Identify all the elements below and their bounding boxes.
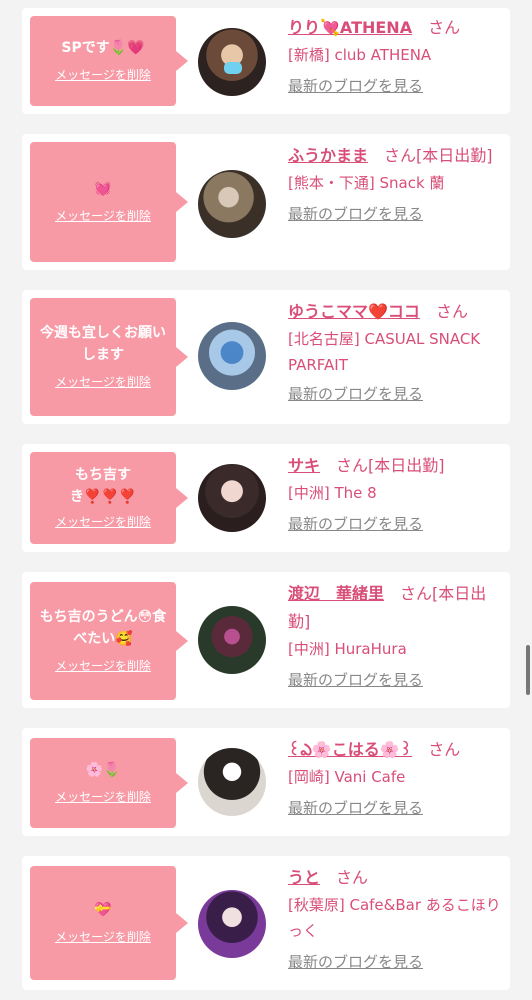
mask-icon [224,62,242,74]
delete-message-link[interactable]: メッセージを削除 [55,65,151,85]
honorific: さん [336,456,369,475]
message-card: もち吉すき❣️❣️❣️ メッセージを削除 サキ さん[本日出勤] [中洲] Th… [22,444,510,552]
view-blog-link[interactable]: 最新のブログを見る [288,202,504,226]
message-bubble: もち吉のうどん😳食べたい🥰 メッセージを削除 [30,582,188,700]
honorific: さん [400,584,433,603]
message-text: もち吉すき❣️❣️❣️ [69,467,137,505]
shop-name: [北名古屋] CASUAL SNACK PARFAIT [288,330,481,374]
status-tag: [本日出勤] [416,146,493,165]
message-text: 🌸🌷 [85,762,121,778]
message-card: SPです🌷💗 メッセージを削除 りり💘ATHENA さん [新橋] club A… [22,8,510,114]
scrollbar[interactable] [526,645,530,695]
message-card: もち吉のうどん😳食べたい🥰 メッセージを削除 渡辺 華緒里 さん[本日出勤] [… [22,572,510,708]
message-card: 今週も宜しくお願いします メッセージを削除 ゆうこママ❤️ココ さん [北名古屋… [22,290,510,424]
view-blog-link[interactable]: 最新のブログを見る [288,796,504,820]
shop-name: [中洲] HuraHura [288,640,407,658]
avatar[interactable] [198,464,266,532]
view-blog-link[interactable]: 最新のブログを見る [288,512,504,536]
view-blog-link[interactable]: 最新のブログを見る [288,950,504,974]
honorific: さん [428,18,461,37]
message-text: 💓 [94,181,112,197]
avatar[interactable] [198,322,266,390]
user-name-link[interactable]: 渡辺 華緒里 [288,584,384,603]
view-blog-link[interactable]: 最新のブログを見る [288,668,504,692]
message-text: SPです🌷💗 [61,40,145,56]
message-bubble: 🌸🌷 メッセージを削除 [30,738,188,828]
message-bubble: 💓 メッセージを削除 [30,142,188,262]
shop-name: [新橋] club ATHENA [288,46,432,64]
user-name-link[interactable]: ふうかまま [288,146,368,165]
avatar[interactable] [198,606,266,674]
honorific: さん [384,146,417,165]
status-tag: [本日出勤] [368,456,445,475]
message-card: 💓 メッセージを削除 ふうかまま さん[本日出勤] [熊本・下通] Snack … [22,134,510,270]
avatar[interactable] [198,890,266,958]
message-bubble: SPです🌷💗 メッセージを削除 [30,16,188,106]
message-text: もち吉のうどん😳食べたい🥰 [39,609,167,647]
message-bubble: 💝 メッセージを削除 [30,866,188,980]
delete-message-link[interactable]: メッセージを削除 [55,512,151,532]
view-blog-link[interactable]: 最新のブログを見る [288,382,504,406]
honorific: さん [435,302,468,321]
shop-name: [中洲] The 8 [288,484,377,502]
delete-message-link[interactable]: メッセージを削除 [55,787,151,807]
avatar[interactable] [198,170,266,238]
delete-message-link[interactable]: メッセージを削除 [55,372,151,392]
view-blog-link[interactable]: 最新のブログを見る [288,74,504,98]
user-name-link[interactable]: サキ [288,456,320,475]
shop-name: [熊本・下通] Snack 蘭 [288,174,445,192]
delete-message-link[interactable]: メッセージを削除 [55,656,151,676]
message-card: 🌸🌷 メッセージを削除 ꒰ఎ🌸こはる🌸꒱ さん [岡崎] Vani Cafe 最… [22,728,510,836]
user-name-link[interactable]: ꒰ఎ🌸こはる🌸꒱ [288,740,412,759]
shop-name: [岡崎] Vani Cafe [288,768,406,786]
message-text: 💝 [94,902,112,918]
message-bubble: 今週も宜しくお願いします メッセージを削除 [30,298,188,416]
avatar[interactable] [198,28,266,96]
message-bubble: もち吉すき❣️❣️❣️ メッセージを削除 [30,452,188,544]
user-name-link[interactable]: うと [288,868,320,887]
delete-message-link[interactable]: メッセージを削除 [55,927,151,947]
shop-name: [秋葉原] Cafe&Bar あるこほりっく [288,896,501,940]
message-text: 今週も宜しくお願いします [40,325,166,363]
user-name-link[interactable]: ゆうこママ❤️ココ [288,302,420,321]
user-name-link[interactable]: りり💘ATHENA [288,18,412,37]
honorific: さん [336,868,369,887]
avatar[interactable] [198,748,266,816]
delete-message-link[interactable]: メッセージを削除 [55,206,151,226]
message-card: 💝 メッセージを削除 うと さん [秋葉原] Cafe&Bar あるこほりっく … [22,856,510,990]
honorific: さん [428,740,461,759]
